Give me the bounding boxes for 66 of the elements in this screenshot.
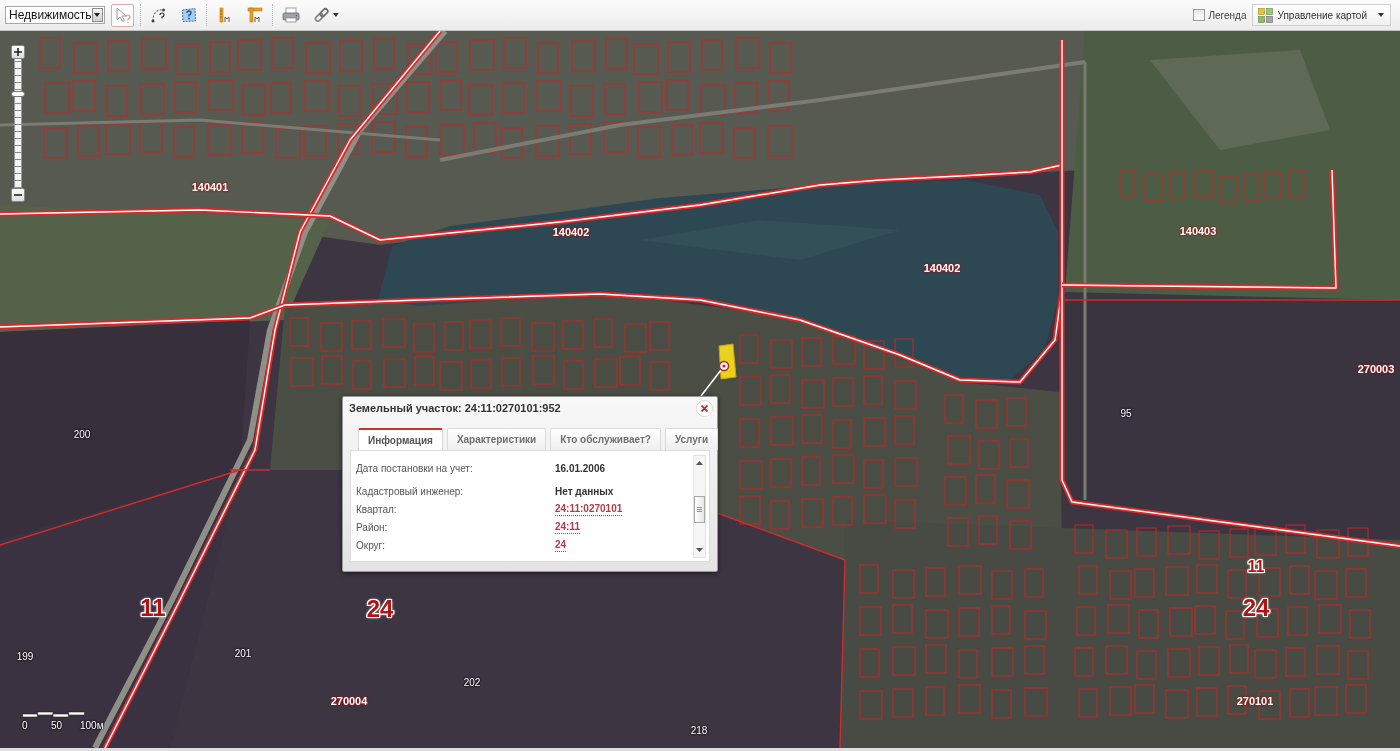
printer-icon [282, 7, 300, 23]
field-link[interactable]: 24 [555, 538, 567, 552]
popup-tab[interactable]: Кто обслуживает? [550, 428, 661, 450]
layer-select[interactable]: Недвижимость [5, 6, 105, 24]
popup-title: Земельный участок: 24:11:0270101:952 [349, 402, 561, 414]
polygon-icon [180, 7, 197, 23]
field-value: 16.01.2006 [555, 462, 606, 474]
field-link[interactable]: 24:11:0270101 [555, 502, 623, 516]
scroll-down-icon [696, 548, 703, 552]
plot-label: 95 [1120, 409, 1132, 419]
legend-checkbox[interactable] [1193, 9, 1206, 21]
field-value: Нет данных [555, 485, 614, 497]
scale-label: 0 [22, 720, 28, 731]
zoom-in-button[interactable] [11, 45, 25, 59]
map-control-button[interactable]: Управление картой [1251, 4, 1391, 26]
quarter-label: 140402 [923, 262, 961, 274]
quarter-label: 270101 [1236, 695, 1274, 707]
zoom-out-button[interactable] [11, 188, 25, 202]
cursor-icon [114, 7, 131, 23]
field-label: Округ: [356, 539, 387, 551]
location-pin-icon [718, 360, 730, 372]
scroll-up-icon [696, 461, 703, 465]
area-ruler-icon [246, 7, 263, 23]
close-icon [701, 404, 708, 412]
district-label: 11 [140, 596, 166, 620]
district-label: 24 [366, 597, 394, 621]
quarter-label: 140402 [552, 226, 590, 238]
scrollbar[interactable] [693, 455, 706, 558]
quarter-label: 140403 [1179, 225, 1217, 237]
caret-icon [333, 13, 339, 17]
plot-label: 200 [73, 430, 91, 440]
grid-icon [1257, 7, 1273, 23]
close-button[interactable] [696, 399, 713, 417]
scrollbar-thumb[interactable] [694, 496, 705, 523]
field-label: Квартал: [356, 503, 398, 515]
grip-icon [697, 507, 702, 512]
zoom-slider-thumb[interactable] [11, 91, 25, 97]
minus-icon [14, 191, 22, 199]
popup-tab[interactable]: Информация [358, 428, 443, 450]
plot-label: 199 [16, 652, 34, 662]
ruler-icon [216, 7, 233, 23]
popup-tab[interactable]: Услуги [664, 428, 719, 450]
popup-tab[interactable]: Характеристики [446, 428, 547, 450]
legend-label[interactable]: Легенда [1208, 9, 1247, 21]
plot-label: 201 [234, 649, 252, 659]
quarter-label: 270004 [330, 695, 368, 707]
field-label: Район: [356, 521, 389, 533]
scale-label: 50 [51, 720, 63, 731]
quarter-label: 270003 [1357, 363, 1395, 375]
caret-icon [94, 13, 101, 17]
district-label: 24 [1242, 596, 1270, 620]
scale-label: 100м [80, 720, 104, 731]
scale-bar [22, 711, 85, 718]
plot-label: 202 [463, 678, 481, 688]
field-link[interactable]: 24:11 [555, 520, 581, 534]
leader-line [700, 369, 722, 397]
link-icon [313, 7, 331, 23]
field-label: Дата постановки на учет: [356, 462, 474, 474]
plus-icon [14, 48, 22, 56]
curve-icon [150, 7, 167, 23]
zoom-slider-track[interactable] [14, 59, 22, 188]
field-label: Кадастровый инженер: [356, 485, 465, 497]
quarter-label: 140401 [191, 181, 229, 193]
plot-label: 218 [690, 726, 708, 736]
caret-icon [1378, 13, 1384, 17]
region-label: 11 [1247, 559, 1265, 575]
